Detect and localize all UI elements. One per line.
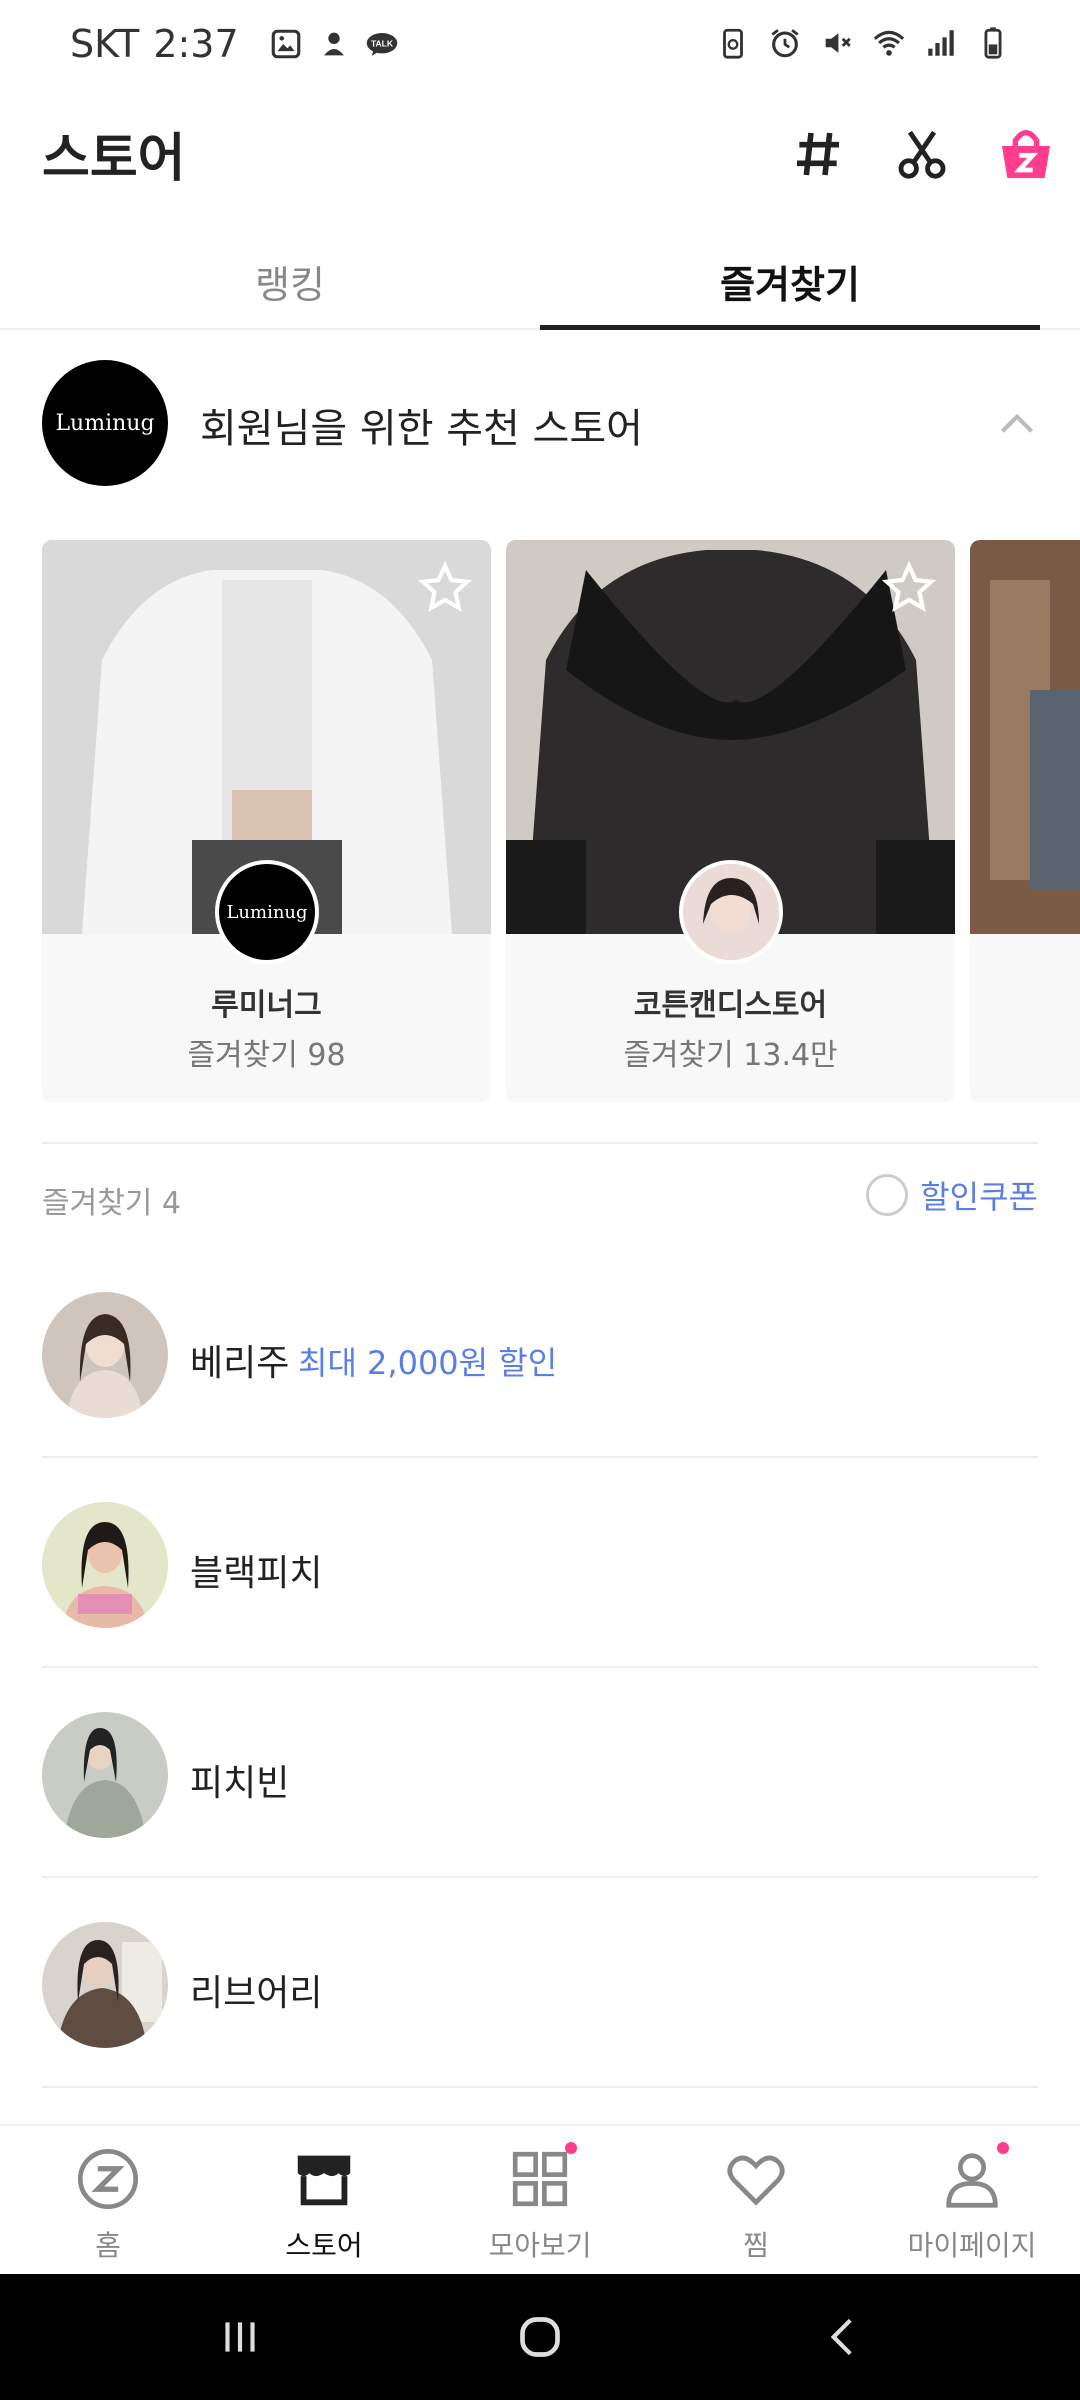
store-name: 피치빈	[190, 1763, 290, 1804]
carrier-label: SKT	[70, 22, 140, 66]
nav-label: 마이페이지	[907, 2229, 1037, 2262]
app-notification-icon	[323, 32, 344, 56]
coupon-radio[interactable]	[866, 1174, 909, 1216]
store-tabs: 랭킹 즐겨찾기	[0, 232, 1080, 330]
active-tab-indicator	[540, 325, 1040, 330]
nav-collection[interactable]: 모아보기	[432, 2142, 648, 2274]
talk-badge-text: TALK	[371, 39, 394, 49]
new-badge-dot	[565, 2142, 577, 2154]
favorites-count: 즐겨찾기 4	[42, 1186, 182, 1221]
new-badge-dot	[997, 2142, 1009, 2154]
favorite-star-icon[interactable]	[417, 560, 473, 616]
store-card-footer	[970, 934, 1080, 1102]
time-label: 2:37	[153, 22, 239, 66]
person-icon	[946, 2153, 998, 2208]
nav-label: 찜	[743, 2229, 769, 2262]
hashtag-button[interactable]	[782, 118, 854, 190]
app-header: 스토어	[0, 100, 1080, 210]
status-left: SKT 2:37 TALK	[70, 22, 399, 66]
store-discount: 최대 2,000원 할인	[298, 1344, 558, 1382]
scissors-button[interactable]	[886, 118, 958, 190]
tab-favorites[interactable]: 즐겨찾기	[540, 232, 1040, 330]
section-divider	[42, 1142, 1038, 1144]
back-icon	[830, 2318, 852, 2356]
list-item[interactable]: 리브어리	[42, 1880, 1038, 2088]
mute-icon	[825, 33, 851, 53]
zigzag-home-icon	[77, 2148, 139, 2210]
store-card-partial[interactable]	[970, 540, 1080, 1102]
store-icon	[297, 2155, 351, 2206]
nav-mypage[interactable]: 마이페이지	[864, 2142, 1080, 2274]
heart-icon	[727, 2155, 785, 2206]
store-name: 리브어리	[190, 1973, 323, 2014]
coupon-label: 할인쿠폰	[920, 1178, 1038, 1216]
recommend-logo: Luminug	[42, 360, 168, 486]
recent-apps-icon	[225, 2322, 255, 2352]
avatar-photo	[42, 1292, 168, 1418]
home-circle-icon	[520, 2317, 560, 2357]
recommend-title: 회원님을 위한 추천 스토어	[200, 406, 643, 452]
shopping-bag-icon	[1002, 130, 1050, 178]
store-name: 블랙피치	[190, 1553, 323, 1594]
store-avatar	[42, 1712, 168, 1838]
avatar-photo	[42, 1922, 168, 2048]
gallery-icon	[271, 29, 300, 59]
recommend-cards: Luminug 루미너그 즐겨찾기 98 코튼캔디스토어 즐겨찾기 13.4만	[42, 540, 1080, 1102]
store-favorite-count: 즐겨찾기 13.4만	[623, 1038, 838, 1073]
page-title: 스토어	[42, 129, 186, 189]
battery-saver-icon	[723, 28, 743, 59]
person-icon-wrap	[937, 2142, 1009, 2214]
avatar-photo	[42, 1712, 168, 1838]
chevron-up-icon[interactable]	[992, 400, 1042, 450]
store-card[interactable]: 코튼캔디스토어 즐겨찾기 13.4만	[506, 540, 955, 1102]
store-avatar: Luminug	[215, 860, 319, 964]
nav-label: 홈	[95, 2229, 121, 2262]
list-item[interactable]: 블랙피치	[42, 1460, 1038, 1668]
favorite-star-icon[interactable]	[881, 560, 937, 616]
discount-coupon-filter[interactable]: 할인쿠폰	[866, 1172, 1038, 1218]
signal-icon	[928, 30, 954, 56]
home-button[interactable]	[500, 2304, 580, 2370]
avatar-photo	[42, 1502, 168, 1628]
store-avatar	[42, 1502, 168, 1628]
recent-apps-button[interactable]	[200, 2304, 280, 2370]
wifi-icon	[873, 30, 905, 56]
battery-icon	[984, 27, 1002, 59]
recommend-section-header[interactable]: Luminug 회원님을 위한 추천 스토어	[42, 360, 1042, 488]
nav-label: 스토어	[285, 2229, 363, 2262]
shopping-bag-button[interactable]	[990, 118, 1062, 190]
alarm-icon	[771, 29, 799, 58]
grid-icon	[512, 2151, 568, 2207]
nav-store[interactable]: 스토어	[216, 2144, 432, 2274]
scissors-icon	[898, 130, 946, 179]
grid-icon-wrap	[505, 2142, 577, 2214]
tab-ranking[interactable]: 랭킹	[40, 232, 540, 330]
kakaotalk-icon: TALK	[366, 32, 397, 56]
store-avatar	[679, 860, 783, 964]
nav-label: 모아보기	[488, 2229, 592, 2262]
store-name: 코튼캔디스토어	[633, 988, 828, 1023]
bottom-navigation: 홈 스토어 모아보기 찜 마이페이지	[0, 2124, 1080, 2274]
back-button[interactable]	[804, 2304, 884, 2370]
store-favorite-count: 즐겨찾기 98	[187, 1038, 346, 1073]
nav-wishlist[interactable]: 찜	[648, 2144, 864, 2274]
store-card[interactable]: Luminug 루미너그 즐겨찾기 98	[42, 540, 491, 1102]
hashtag-icon	[797, 132, 839, 176]
store-avatar	[42, 1922, 168, 2048]
store-name: 루미너그	[211, 988, 322, 1023]
nav-home[interactable]: 홈	[0, 2144, 216, 2274]
store-avatar	[42, 1292, 168, 1418]
list-item[interactable]: 베리주 최대 2,000원 할인	[42, 1250, 1038, 1458]
store-name: 베리주	[190, 1343, 290, 1384]
avatar-photo	[683, 864, 779, 960]
status-right	[716, 26, 1010, 60]
system-navigation-bar	[0, 2274, 1080, 2400]
status-bar: SKT 2:37 TALK	[0, 0, 1080, 96]
list-item[interactable]: 피치빈	[42, 1670, 1038, 1878]
store-card-image	[970, 540, 1080, 934]
